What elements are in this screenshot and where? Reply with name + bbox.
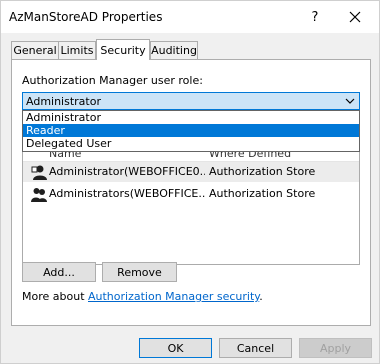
remove-button[interactable]: Remove [102, 262, 177, 282]
user-where-defined: Authorization Store [209, 187, 316, 200]
user-where-defined: Authorization Store [209, 165, 316, 178]
tab-general[interactable]: General [11, 41, 59, 59]
title-bar: AzManStoreAD Properties ? [1, 1, 379, 33]
chevron-down-icon [345, 98, 355, 104]
list-row[interactable]: Administrators(WEBOFFICE... Authorizatio… [23, 184, 359, 204]
cancel-button[interactable]: Cancel [219, 338, 292, 358]
role-option-delegated-user[interactable]: Delegated User [23, 137, 359, 150]
tab-security[interactable]: Security [96, 39, 150, 60]
close-icon [349, 11, 361, 23]
role-option-reader[interactable]: Reader [23, 124, 359, 137]
more-about-text: More about Authorization Manager securit… [22, 290, 263, 303]
list-row[interactable]: Administrator(WEBOFFICE0... Authorizatio… [23, 162, 359, 182]
window-title: AzManStoreAD Properties [9, 10, 163, 24]
close-button[interactable] [341, 5, 369, 29]
more-about-link[interactable]: Authorization Manager security [88, 290, 259, 303]
user-name: Administrator(WEBOFFICE0... [49, 165, 205, 178]
ok-button[interactable]: OK [139, 338, 212, 358]
add-button[interactable]: Add... [22, 262, 96, 282]
apply-button[interactable]: Apply [299, 338, 372, 358]
more-about-suffix: . [259, 290, 263, 303]
user-name: Administrators(WEBOFFICE... [49, 187, 205, 200]
help-button[interactable]: ? [303, 5, 327, 29]
role-select[interactable]: Administrator [22, 92, 360, 110]
tab-limits[interactable]: Limits [58, 41, 96, 59]
tab-auditing[interactable]: Auditing [150, 41, 198, 59]
more-about-prefix: More about [22, 290, 88, 303]
role-selected-value: Administrator [26, 95, 101, 108]
user-icon [31, 165, 47, 180]
properties-dialog: AzManStoreAD Properties ? General Limits… [0, 0, 380, 364]
role-dropdown-list[interactable]: Administrator Reader Delegated User [22, 110, 360, 152]
security-panel: Authorization Manager user role: Adminis… [11, 59, 371, 326]
group-icon [31, 188, 47, 202]
role-label: Authorization Manager user role: [22, 74, 203, 87]
role-option-administrator[interactable]: Administrator [23, 111, 359, 124]
